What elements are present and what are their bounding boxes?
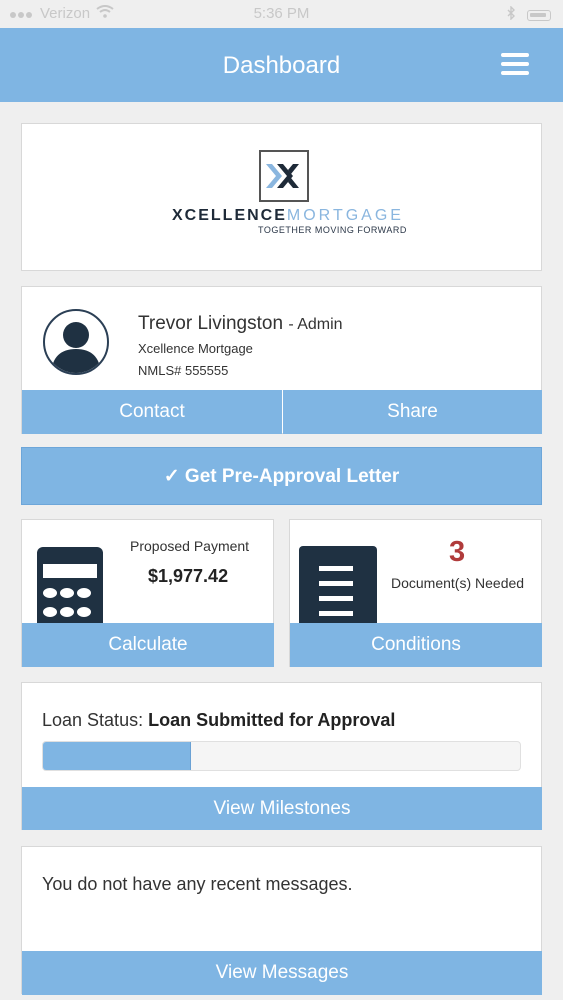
conditions-tile: 3 Document(s) Needed Conditions — [289, 519, 542, 667]
calculate-button[interactable]: Calculate — [22, 623, 274, 667]
officer-name-line: Trevor Livingston - Admin — [138, 313, 343, 335]
proposed-payment-tile: Proposed Payment $1,977.42 Calculate — [21, 519, 274, 667]
app-header: Dashboard — [0, 28, 563, 102]
loan-status-card: Loan Status: Loan Submitted for Approval… — [21, 682, 542, 830]
officer-nmls: NMLS# 555555 — [138, 363, 229, 378]
page-title: Dashboard — [222, 52, 341, 79]
loan-progress-fill — [43, 742, 191, 770]
proposed-payment-label: Proposed Payment — [130, 538, 250, 554]
contact-button[interactable]: Contact — [22, 390, 282, 434]
loan-status-line: Loan Status: Loan Submitted for Approval — [42, 710, 395, 731]
documents-needed-count: 3 — [449, 536, 466, 568]
calculator-icon — [37, 547, 103, 624]
proposed-payment-value: $1,977.42 — [148, 566, 229, 586]
view-milestones-button[interactable]: View Milestones — [22, 787, 542, 830]
conditions-button[interactable]: Conditions — [290, 623, 542, 667]
hamburger-menu-icon[interactable] — [501, 53, 529, 75]
view-messages-button[interactable]: View Messages — [22, 951, 542, 995]
messages-empty-text: You do not have any recent messages. — [42, 874, 353, 894]
logo-name-part2: MORTGAGE — [286, 207, 404, 224]
bluetooth-icon — [507, 5, 515, 24]
status-bar: Verizon 5:36 PM — [0, 0, 563, 28]
officer-company: Xcellence Mortgage — [138, 341, 253, 356]
loan-officer-card: Trevor Livingston - Admin Xcellence Mort… — [21, 286, 542, 434]
get-pre-approval-letter-button[interactable]: ✓ Get Pre-Approval Letter — [21, 447, 542, 505]
officer-role: - Admin — [288, 316, 343, 333]
company-logo-card: XCELLENCEMORTGAGE TOGETHER MOVING FORWAR… — [21, 123, 542, 271]
document-icon — [299, 546, 377, 624]
share-button[interactable]: Share — [283, 390, 542, 434]
messages-card: You do not have any recent messages. Vie… — [21, 846, 542, 995]
loan-status-value: Loan Submitted for Approval — [148, 710, 396, 730]
loan-progress-bar — [42, 741, 521, 771]
documents-needed-label: Document(s) Needed — [391, 575, 525, 591]
loan-status-prefix: Loan Status: — [42, 710, 144, 730]
company-logo-wordmark: XCELLENCEMORTGAGE — [172, 207, 404, 225]
status-time: 5:36 PM — [253, 5, 310, 22]
battery-icon — [527, 9, 551, 21]
avatar-icon — [43, 309, 109, 375]
logo-tagline: TOGETHER MOVING FORWARD — [258, 225, 407, 235]
logo-name-part1: XCELLENCE — [172, 207, 287, 224]
officer-name: Trevor Livingston — [138, 313, 284, 334]
xcellence-logo-mark-icon — [259, 150, 309, 202]
